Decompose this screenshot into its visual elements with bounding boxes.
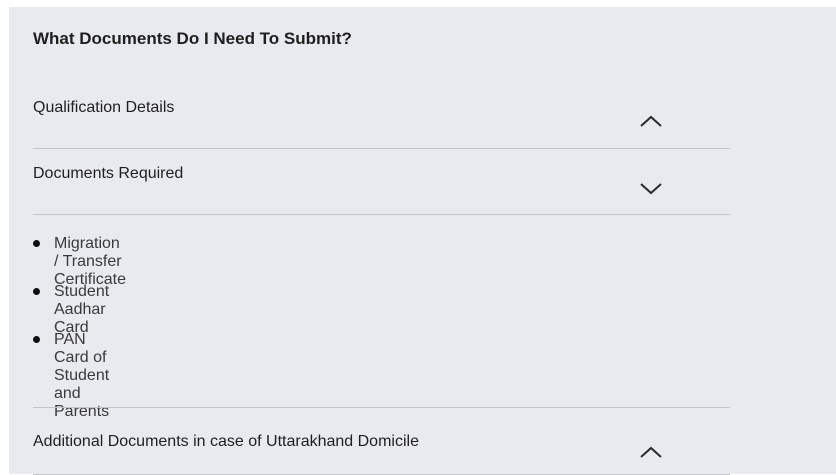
chevron-up-icon[interactable] (640, 115, 662, 127)
bullet-icon (33, 288, 40, 295)
list-item-text: Migration / Transfer Certificate (54, 235, 127, 288)
chevron-down-icon[interactable] (640, 183, 662, 195)
accordion-label-qualification-details: Qualification Details (33, 99, 175, 116)
bullet-icon (33, 336, 40, 343)
bullet-icon (33, 240, 40, 247)
documents-faq-panel: What Documents Do I Need To Submit? Qual… (9, 7, 836, 475)
accordion-label-documents-required: Documents Required (33, 165, 184, 182)
chevron-up-icon[interactable] (640, 446, 662, 458)
accordion-label-additional-documents: Additional Documents in case of Uttarakh… (33, 433, 419, 450)
accordion-documents-required[interactable]: Documents Required (33, 148, 730, 215)
accordion-additional-documents[interactable]: Additional Documents in case of Uttarakh… (33, 408, 730, 475)
section-heading: What Documents Do I Need To Submit? (33, 29, 352, 48)
accordion-qualification-details[interactable]: Qualification Details (33, 82, 730, 149)
list-item-text: Student Aadhar Card (54, 283, 110, 336)
